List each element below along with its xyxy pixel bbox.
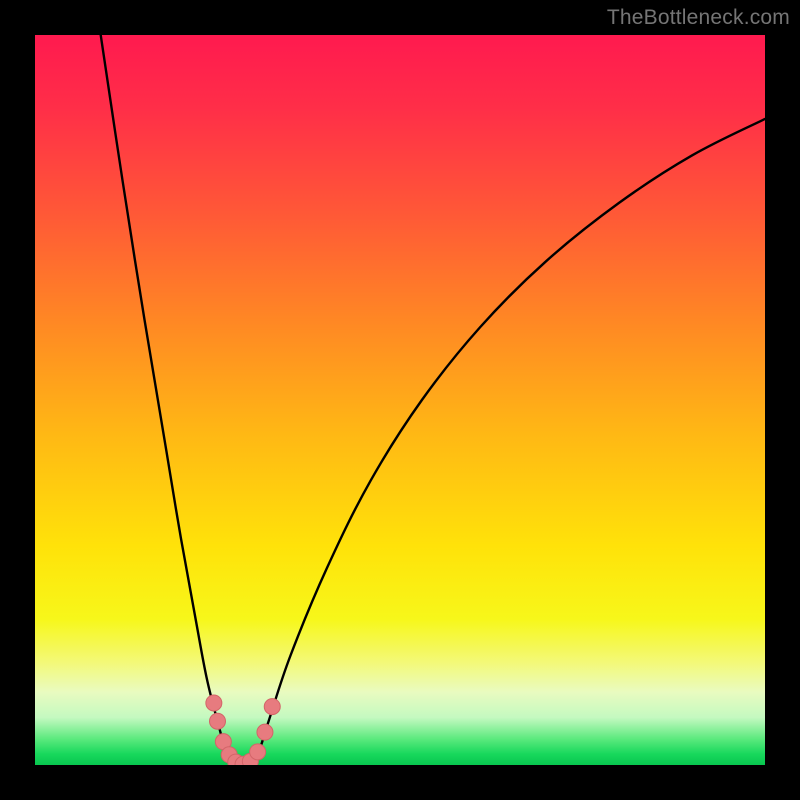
marker-dot [210, 713, 226, 729]
marker-dot [257, 724, 273, 740]
plot-area [35, 35, 765, 765]
curve-layer [35, 35, 765, 765]
curve-right-branch [247, 119, 765, 765]
marker-dot [250, 744, 266, 760]
curve-left-branch [101, 35, 247, 765]
chart-frame: TheBottleneck.com [0, 0, 800, 800]
marker-group [206, 695, 280, 765]
marker-dot [264, 699, 280, 715]
watermark-text: TheBottleneck.com [607, 6, 790, 30]
marker-dot [206, 695, 222, 711]
